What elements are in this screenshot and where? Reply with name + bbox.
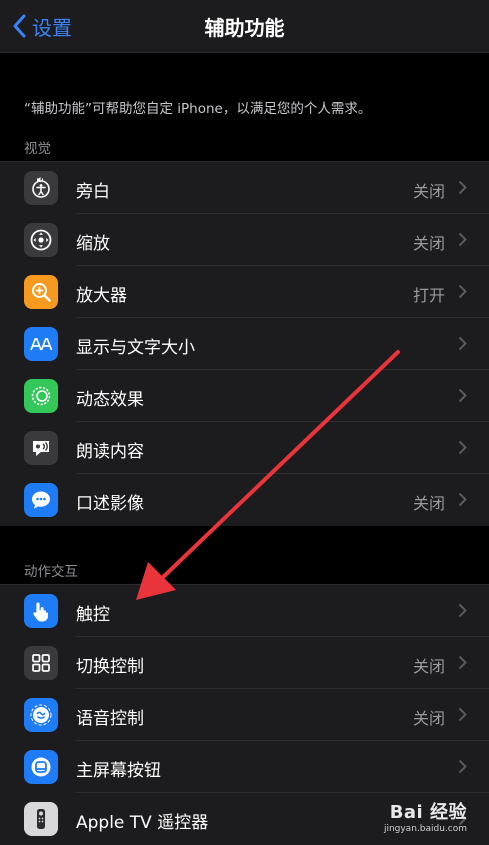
chevron-right-icon: [458, 180, 467, 195]
touch-icon: [24, 594, 58, 628]
tv-remote-icon: [24, 802, 58, 836]
page-description: “辅助功能”可帮助您自定 iPhone，以满足您的个人需求。: [24, 101, 372, 117]
page-title: 辅助功能: [204, 16, 285, 40]
baidu-watermark: Bai 经验 jingyan.baidu.com: [384, 798, 467, 834]
row-label: 语音控制: [76, 709, 144, 729]
row-value: 关闭: [412, 494, 445, 513]
row-label: Apple TV 遥控器: [76, 813, 209, 833]
row-label: 朗读内容: [76, 442, 144, 462]
voiceover-icon: [24, 171, 58, 205]
zoom-icon: [24, 223, 58, 257]
section-header-vision: 视觉: [24, 141, 51, 157]
row-zoom[interactable]: 缩放 关闭: [0, 214, 489, 266]
row-label: 主屏幕按钮: [76, 761, 161, 781]
audio-description-icon: [24, 483, 58, 517]
row-audio-descriptions[interactable]: 口述影像 关闭: [0, 474, 489, 526]
home-button-icon: [24, 750, 58, 784]
row-home-button[interactable]: 主屏幕按钮: [0, 741, 489, 793]
section-header-interaction: 动作交互: [24, 564, 78, 580]
row-label: 缩放: [76, 234, 110, 254]
row-label: 放大器: [76, 286, 127, 306]
chevron-right-icon: [458, 707, 467, 722]
chevron-right-icon: [458, 759, 467, 774]
text-size-icon: [24, 327, 58, 361]
row-spoken-content[interactable]: 朗读内容: [0, 422, 489, 474]
voice-control-icon: [24, 698, 58, 732]
motion-icon: [24, 379, 58, 413]
row-value: 关闭: [412, 657, 445, 676]
row-voiceover[interactable]: 旁白 关闭: [0, 162, 489, 214]
chevron-right-icon: [458, 492, 467, 507]
row-value: 关闭: [412, 234, 445, 253]
watermark-url: jingyan.baidu.com: [383, 824, 467, 834]
chevron-right-icon: [458, 440, 467, 455]
chevron-right-icon: [458, 603, 467, 618]
switch-control-icon: [24, 646, 58, 680]
row-label: 切换控制: [76, 657, 144, 677]
chevron-right-icon: [458, 284, 467, 299]
row-touch[interactable]: 触控: [0, 585, 489, 637]
row-value: 打开: [412, 286, 445, 305]
spoken-content-icon: [24, 431, 58, 465]
chevron-right-icon: [458, 655, 467, 670]
row-magnifier[interactable]: 放大器 打开: [0, 266, 489, 318]
vision-settings-group: 旁白 关闭 缩放 关闭 放大器 打开 显示与文字大小 动态效果 朗读内容 口述影…: [0, 161, 489, 526]
row-label: 触控: [76, 605, 110, 625]
row-voice-control[interactable]: 语音控制 关闭: [0, 689, 489, 741]
chevron-right-icon: [458, 232, 467, 247]
row-motion[interactable]: 动态效果: [0, 370, 489, 422]
watermark-logo: Bai 经验: [389, 802, 467, 823]
magnifier-icon: [24, 275, 58, 309]
row-display-text-size[interactable]: 显示与文字大小: [0, 318, 489, 370]
chevron-right-icon: [458, 336, 467, 351]
row-label: 旁白: [76, 182, 110, 202]
row-label: 动态效果: [76, 390, 144, 410]
row-label: 口述影像: [76, 494, 144, 514]
row-switch-control[interactable]: 切换控制 关闭: [0, 637, 489, 689]
row-value: 关闭: [412, 709, 445, 728]
chevron-right-icon: [458, 388, 467, 403]
row-value: 关闭: [412, 182, 445, 201]
row-label: 显示与文字大小: [76, 338, 195, 358]
navigation-bar: 设置 辅助功能: [0, 0, 489, 53]
